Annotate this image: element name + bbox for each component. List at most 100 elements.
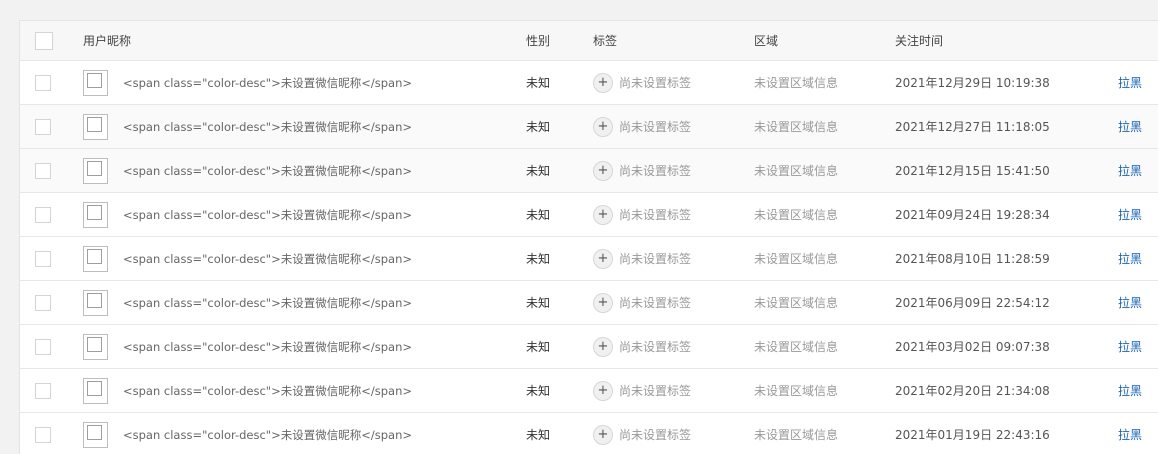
tags-cell: + 尚未设置标签 xyxy=(593,237,691,280)
table-header: 用户昵称 性别 标签 区域 关注时间 xyxy=(20,21,1158,61)
tags-cell: + 尚未设置标签 xyxy=(593,369,691,412)
avatar xyxy=(83,377,108,404)
block-link[interactable]: 拉黑 xyxy=(1118,105,1142,148)
table-row: <span class="color-desc">未设置微信昵称</span> … xyxy=(20,413,1158,454)
add-tag-button[interactable]: + xyxy=(593,336,613,357)
fans-table: 用户昵称 性别 标签 区域 关注时间 <span class="color-de… xyxy=(19,20,1158,454)
block-link[interactable]: 拉黑 xyxy=(1118,193,1142,236)
region: 未设置区域信息 xyxy=(754,252,839,266)
row-checkbox[interactable] xyxy=(35,338,51,355)
table-row: <span class="color-desc">未设置微信昵称</span> … xyxy=(20,193,1158,237)
region: 未设置区域信息 xyxy=(754,340,839,354)
gender: 未知 xyxy=(526,120,551,134)
avatar xyxy=(83,289,108,316)
header-gender: 性别 xyxy=(526,34,551,48)
block-link[interactable]: 拉黑 xyxy=(1118,149,1142,192)
row-checkbox[interactable] xyxy=(35,382,51,399)
nickname: <span class="color-desc">未设置微信昵称</span> xyxy=(123,295,413,310)
header-follow-time: 关注时间 xyxy=(895,34,944,48)
add-tag-button[interactable]: + xyxy=(593,248,613,269)
region: 未设置区域信息 xyxy=(754,296,839,310)
add-tag-button[interactable]: + xyxy=(593,380,613,401)
tags-text: 尚未设置标签 xyxy=(619,164,692,178)
add-tag-button[interactable]: + xyxy=(593,292,613,313)
avatar xyxy=(83,201,108,228)
region: 未设置区域信息 xyxy=(754,428,839,442)
tags-cell: + 尚未设置标签 xyxy=(593,413,691,454)
table-row: <span class="color-desc">未设置微信昵称</span> … xyxy=(20,325,1158,369)
tags-text: 尚未设置标签 xyxy=(619,428,692,442)
region: 未设置区域信息 xyxy=(754,120,839,134)
tags-cell: + 尚未设置标签 xyxy=(593,281,691,324)
follow-time: 2021年06月09日 22:54:12 xyxy=(895,296,1050,310)
gender: 未知 xyxy=(526,208,551,222)
follow-time: 2021年01月19日 22:43:16 xyxy=(895,428,1050,442)
nickname: <span class="color-desc">未设置微信昵称</span> xyxy=(123,119,413,134)
tags-text: 尚未设置标签 xyxy=(619,384,692,398)
block-link[interactable]: 拉黑 xyxy=(1118,325,1142,368)
nickname: <span class="color-desc">未设置微信昵称</span> xyxy=(123,75,413,90)
tags-text: 尚未设置标签 xyxy=(619,76,692,90)
follow-time: 2021年03月02日 09:07:38 xyxy=(895,340,1050,354)
follow-time: 2021年12月27日 11:18:05 xyxy=(895,120,1050,134)
nickname: <span class="color-desc">未设置微信昵称</span> xyxy=(123,427,413,442)
gender: 未知 xyxy=(526,164,551,178)
gender: 未知 xyxy=(526,296,551,310)
region: 未设置区域信息 xyxy=(754,164,839,178)
table-row: <span class="color-desc">未设置微信昵称</span> … xyxy=(20,149,1158,193)
follow-time: 2021年08月10日 11:28:59 xyxy=(895,252,1050,266)
tags-text: 尚未设置标签 xyxy=(619,208,692,222)
row-checkbox[interactable] xyxy=(35,206,51,223)
row-checkbox[interactable] xyxy=(35,74,51,91)
gender: 未知 xyxy=(526,428,551,442)
gender: 未知 xyxy=(526,340,551,354)
row-checkbox[interactable] xyxy=(35,118,51,135)
row-checkbox[interactable] xyxy=(35,426,51,443)
block-link[interactable]: 拉黑 xyxy=(1118,281,1142,324)
avatar xyxy=(83,245,108,272)
header-region: 区域 xyxy=(754,34,779,48)
nickname: <span class="color-desc">未设置微信昵称</span> xyxy=(123,339,413,354)
tags-cell: + 尚未设置标签 xyxy=(593,325,691,368)
tags-cell: + 尚未设置标签 xyxy=(593,61,691,104)
block-link[interactable]: 拉黑 xyxy=(1118,369,1142,412)
block-link[interactable]: 拉黑 xyxy=(1118,237,1142,280)
avatar xyxy=(83,69,108,96)
tags-cell: + 尚未设置标签 xyxy=(593,105,691,148)
table-row: <span class="color-desc">未设置微信昵称</span> … xyxy=(20,237,1158,281)
row-checkbox[interactable] xyxy=(35,294,51,311)
follow-time: 2021年12月29日 10:19:38 xyxy=(895,76,1050,90)
follow-time: 2021年02月20日 21:34:08 xyxy=(895,384,1050,398)
table-row: <span class="color-desc">未设置微信昵称</span> … xyxy=(20,281,1158,325)
nickname: <span class="color-desc">未设置微信昵称</span> xyxy=(123,163,413,178)
tags-text: 尚未设置标签 xyxy=(619,340,692,354)
block-link[interactable]: 拉黑 xyxy=(1118,61,1142,104)
nickname: <span class="color-desc">未设置微信昵称</span> xyxy=(123,251,413,266)
row-checkbox[interactable] xyxy=(35,250,51,267)
region: 未设置区域信息 xyxy=(754,384,839,398)
block-link[interactable]: 拉黑 xyxy=(1118,413,1142,454)
avatar xyxy=(83,157,108,184)
tags-cell: + 尚未设置标签 xyxy=(593,149,691,192)
region: 未设置区域信息 xyxy=(754,76,839,90)
select-all-checkbox[interactable] xyxy=(35,31,53,50)
add-tag-button[interactable]: + xyxy=(593,160,613,181)
row-checkbox[interactable] xyxy=(35,162,51,179)
gender: 未知 xyxy=(526,76,551,90)
header-tags: 标签 xyxy=(593,34,618,48)
tags-text: 尚未设置标签 xyxy=(619,296,692,310)
add-tag-button[interactable]: + xyxy=(593,424,613,445)
avatar xyxy=(83,333,108,360)
tags-cell: + 尚未设置标签 xyxy=(593,193,691,236)
header-nickname: 用户昵称 xyxy=(83,34,132,48)
gender: 未知 xyxy=(526,252,551,266)
avatar xyxy=(83,113,108,140)
avatar xyxy=(83,421,108,448)
add-tag-button[interactable]: + xyxy=(593,204,613,225)
region: 未设置区域信息 xyxy=(754,208,839,222)
table-row: <span class="color-desc">未设置微信昵称</span> … xyxy=(20,61,1158,105)
follow-time: 2021年12月15日 15:41:50 xyxy=(895,164,1050,178)
add-tag-button[interactable]: + xyxy=(593,72,613,93)
nickname: <span class="color-desc">未设置微信昵称</span> xyxy=(123,207,413,222)
add-tag-button[interactable]: + xyxy=(593,116,613,137)
